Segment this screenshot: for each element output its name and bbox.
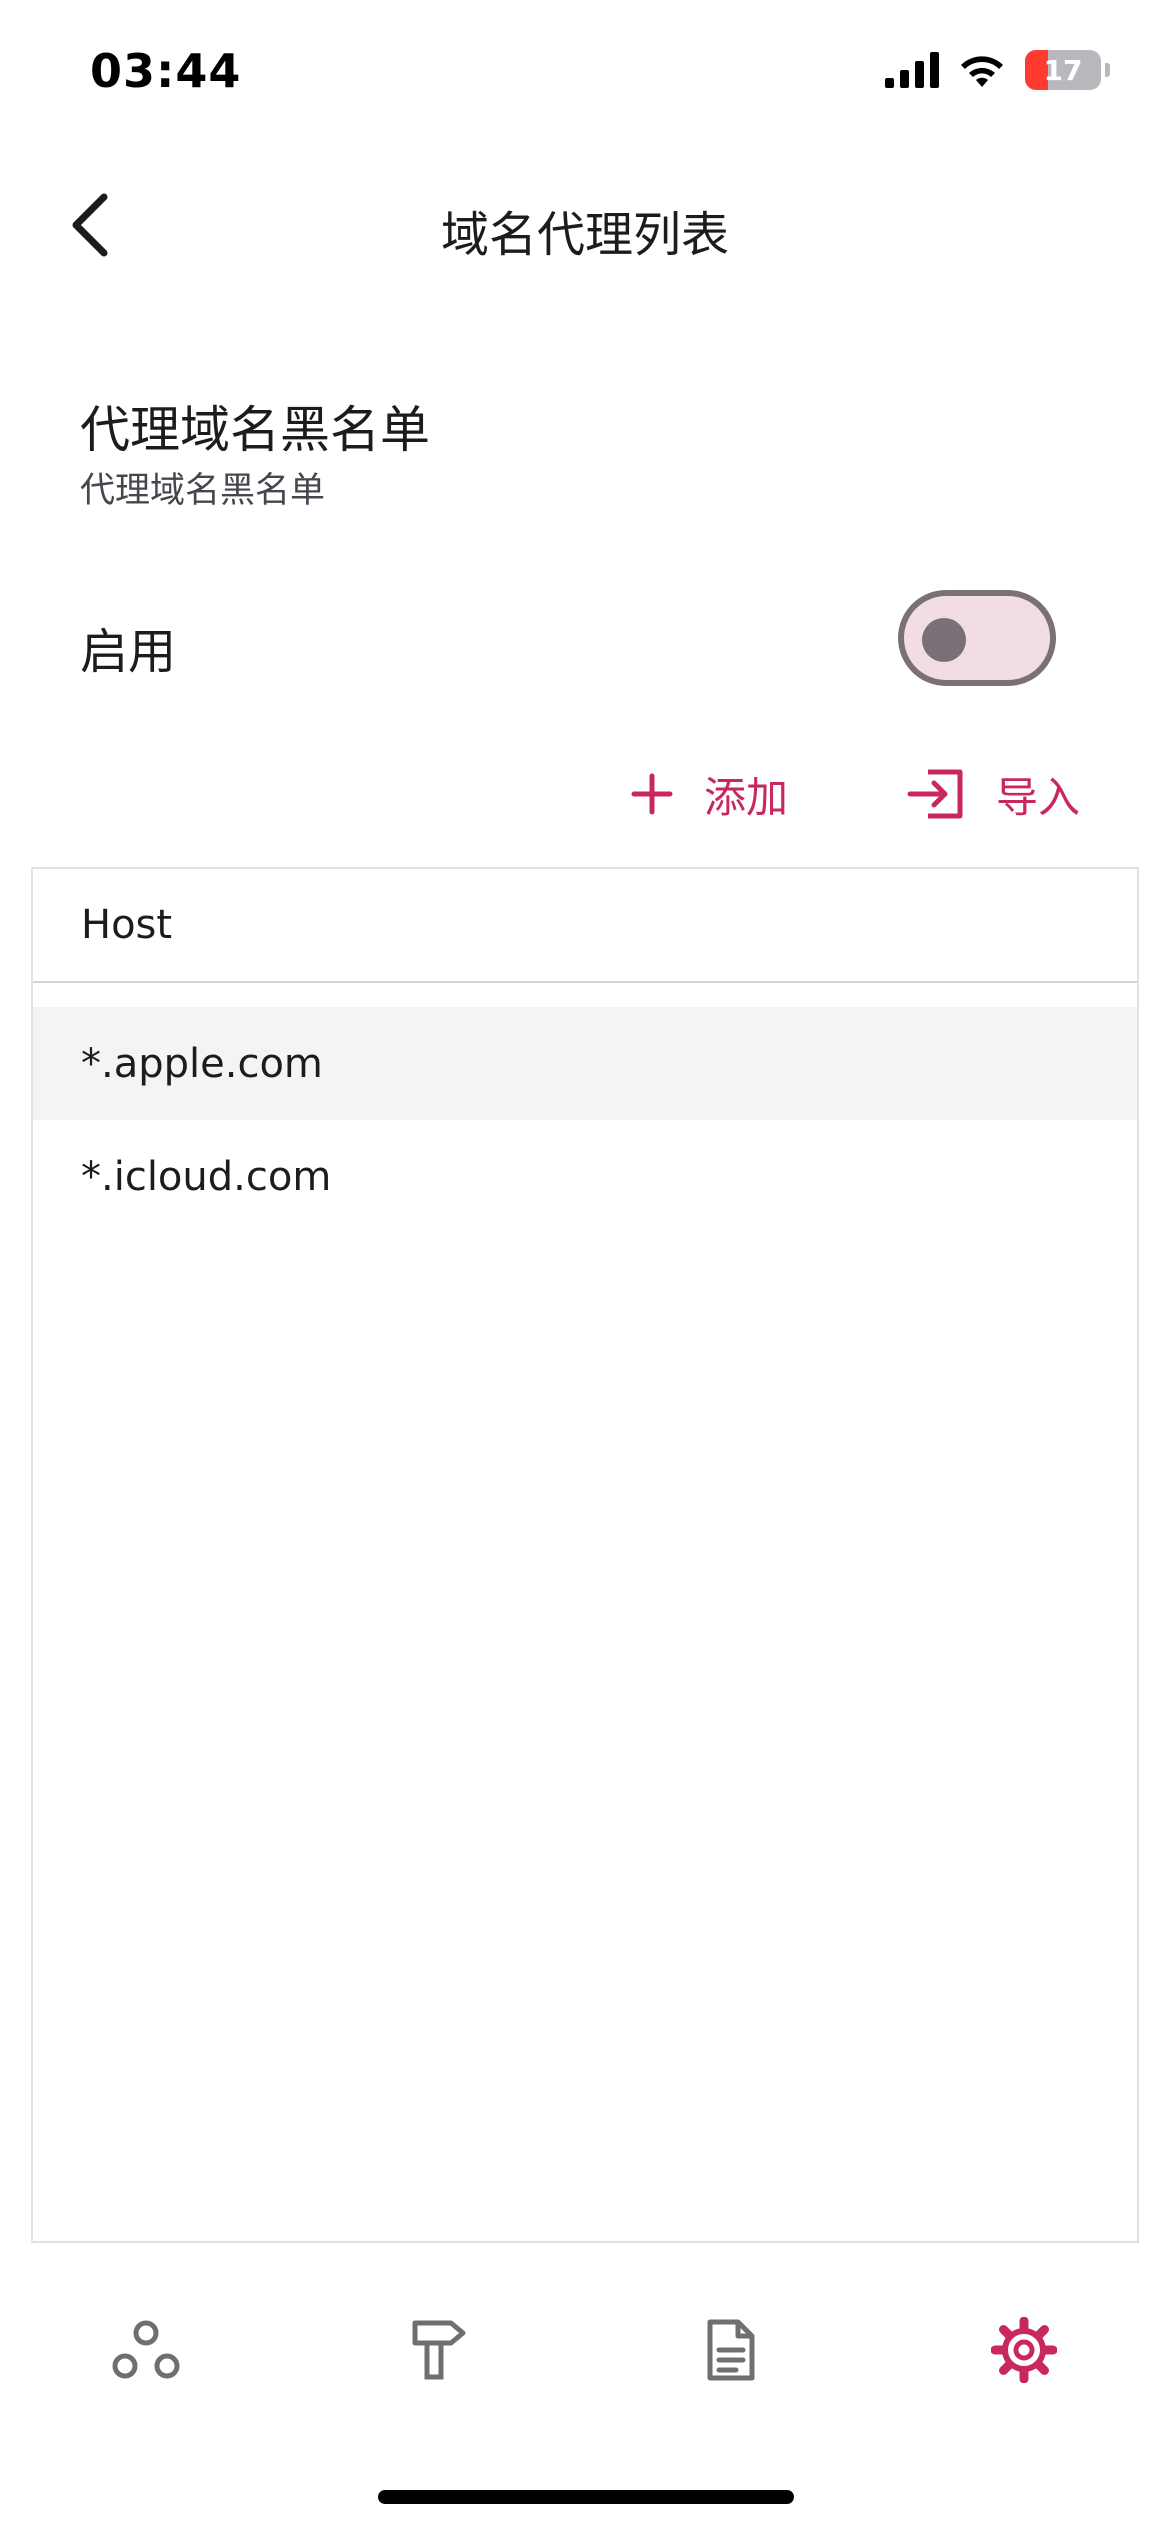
nav-item-nodes[interactable]: [0, 2270, 293, 2430]
host-table: Host *.apple.com *.icloud.com: [31, 867, 1139, 2243]
tools-icon: [412, 2320, 466, 2380]
nav-item-tools[interactable]: [293, 2270, 586, 2430]
import-label: 导入: [996, 772, 1081, 822]
add-button[interactable]: 添加: [630, 758, 788, 830]
battery-charging-icon: 17: [1025, 50, 1101, 90]
nav-item-settings[interactable]: [878, 2270, 1170, 2430]
nav-item-logs[interactable]: [585, 2270, 878, 2430]
switch-thumb: [922, 618, 966, 662]
settings-icon: [990, 2317, 1057, 2383]
table-row[interactable]: *.icloud.com: [33, 1120, 1137, 1233]
section-title: 代理域名黑名单: [80, 401, 430, 459]
bottom-nav: [0, 2270, 1170, 2430]
table-body: *.apple.com *.icloud.com: [33, 983, 1137, 1233]
status-icons: 17: [885, 50, 1110, 90]
enable-switch[interactable]: [898, 590, 1056, 686]
table-header-host: Host: [33, 869, 1137, 983]
status-time: 03:44: [90, 44, 242, 98]
import-icon: [907, 769, 963, 819]
battery-level: 17: [1043, 53, 1083, 87]
document-icon: [707, 2319, 755, 2381]
plus-icon: [631, 773, 673, 815]
nodes-icon: [112, 2320, 180, 2379]
add-label: 添加: [704, 772, 789, 822]
section-subtitle: 代理域名黑名单: [80, 471, 326, 511]
import-button[interactable]: 导入: [906, 758, 1080, 830]
table-row[interactable]: *.apple.com: [33, 1007, 1137, 1120]
app-bar: 域名代理列表: [0, 150, 1170, 300]
wifi-icon: [961, 56, 1003, 87]
page-title: 域名代理列表: [440, 207, 729, 263]
cellular-signal-icon: [885, 52, 939, 88]
status-bar: 03:44 17: [0, 0, 1170, 150]
enable-label: 启用: [80, 624, 177, 680]
home-indicator: [378, 2490, 794, 2504]
